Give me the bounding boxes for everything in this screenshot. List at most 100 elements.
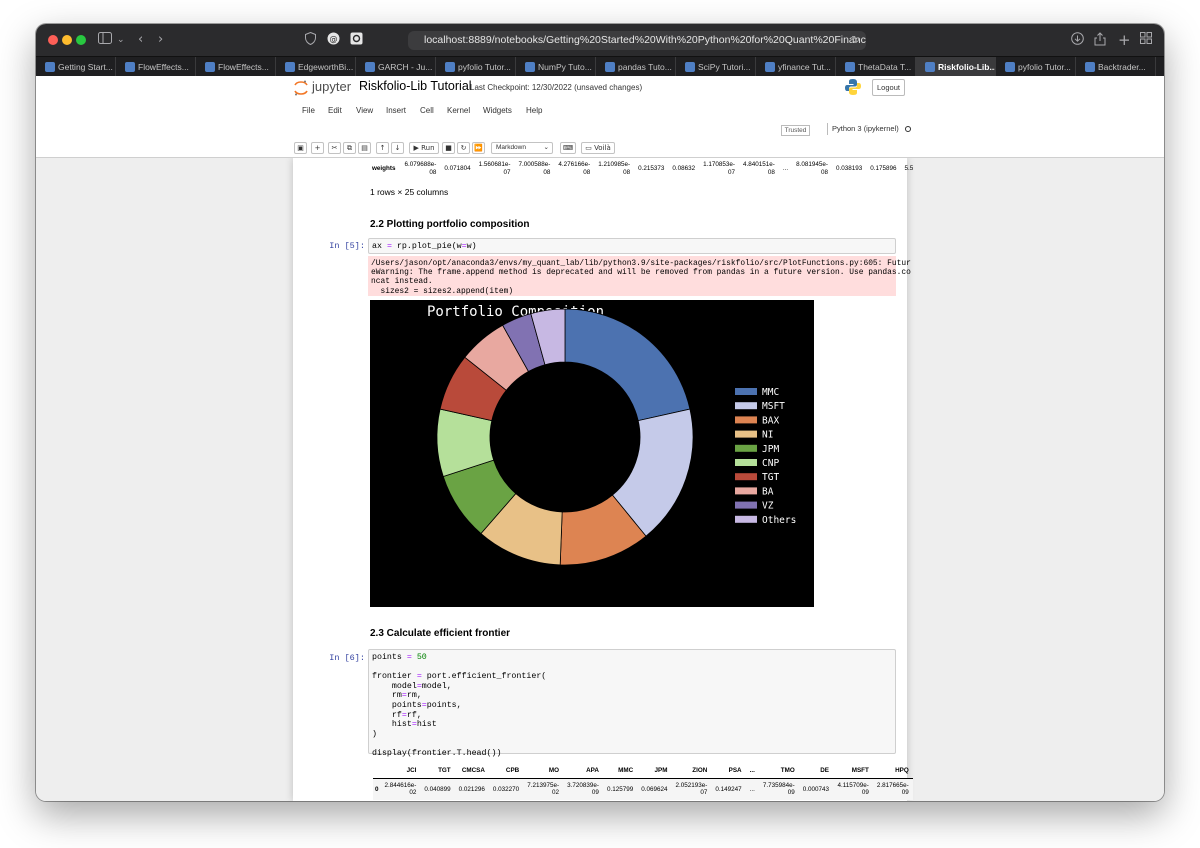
- zoom-window-button[interactable]: [76, 35, 86, 45]
- notebook-scroll-area[interactable]: weights 6.079688e- 08 0.071804 1.560681e- 07 7…: [36, 158, 1164, 801]
- trusted-badge[interactable]: Trusted: [781, 125, 810, 136]
- run-button[interactable]: ▶ Run: [409, 142, 439, 154]
- browser-tab[interactable]: Riskfolio-Lib...: [916, 57, 996, 77]
- code-line: model=model,: [372, 682, 892, 692]
- browser-tab[interactable]: Backtrader...: [1076, 57, 1156, 77]
- menu-help[interactable]: Help: [526, 102, 542, 120]
- cell-value: ...: [749, 785, 755, 793]
- browser-tab[interactable]: pyfolio Tutor...: [436, 57, 516, 77]
- column-header: CMCSA: [461, 767, 485, 774]
- reload-icon[interactable]: ↻: [851, 31, 860, 50]
- browser-tab[interactable]: GARCH - Ju...: [356, 57, 436, 77]
- menu-view[interactable]: View: [356, 102, 373, 120]
- menu-widgets[interactable]: Widgets: [483, 102, 512, 120]
- table-cell: 0.088006: [637, 800, 671, 801]
- table-cell: 0.013612: [799, 800, 833, 801]
- forward-icon[interactable]: ›: [158, 32, 163, 48]
- cell-value-cont: 07: [727, 168, 735, 176]
- minimize-window-button[interactable]: [62, 35, 72, 45]
- table-cell: 0.071804: [440, 161, 474, 176]
- voila-button[interactable]: ▭ Voilà: [581, 142, 615, 154]
- cell-value: 0.071804: [444, 164, 471, 172]
- save-icon[interactable]: ▣: [294, 142, 307, 154]
- browser-tab[interactable]: pyfolio Tutor...: [996, 57, 1076, 77]
- jupyter-logo-text[interactable]: jupyter: [312, 79, 351, 94]
- restart-icon[interactable]: ↻: [457, 142, 470, 154]
- cell-value-cont: 08: [767, 168, 775, 176]
- browser-tab[interactable]: EdgeworthBi...: [276, 57, 356, 77]
- code-token: display(frontier.T.head()): [372, 748, 502, 758]
- code-cell-input[interactable]: ax = rp.plot_pie(w=w): [368, 238, 896, 254]
- code-token: rf: [372, 710, 402, 720]
- cell-prompt: In [5]:: [329, 241, 365, 251]
- back-icon[interactable]: ‹: [138, 32, 143, 48]
- download-icon[interactable]: [1071, 32, 1084, 50]
- code-line: rf=rf,: [372, 711, 892, 721]
- table-header-row: JCI TGT CMCSA CPB MO APA MMC JPM ZION PSA... TMO DE…: [373, 764, 913, 778]
- cut-icon[interactable]: ✂: [328, 142, 341, 154]
- browser-tab[interactable]: ThetaData T...: [836, 57, 916, 77]
- cell-value: 0.040899: [424, 785, 451, 793]
- jupyter-favicon-icon: [125, 62, 135, 72]
- table-cell: 1.079279e-10: [563, 800, 603, 801]
- menu-kernel[interactable]: Kernel: [447, 102, 470, 120]
- menu-file[interactable]: File: [302, 102, 315, 120]
- close-window-button[interactable]: [48, 35, 58, 45]
- cell-value-cont: 08: [623, 168, 631, 176]
- table-cell: 2.052193e- 07: [671, 778, 711, 800]
- cell-value-cont: 07: [700, 789, 708, 797]
- code-token: model: [372, 681, 417, 691]
- copy-icon[interactable]: ⧉: [343, 142, 356, 154]
- address-bar[interactable]: localhost:8889/notebooks/Getting%20Start…: [408, 31, 866, 50]
- browser-tab[interactable]: SciPy Tutori...: [676, 57, 756, 77]
- code-token: rm: [372, 691, 402, 701]
- cell-value: 0.069624: [641, 785, 668, 793]
- cell-value-cont: 08: [543, 168, 551, 176]
- logout-button[interactable]: Logout: [872, 79, 905, 96]
- move-down-icon[interactable]: ↓: [391, 142, 404, 154]
- browser-tab[interactable]: pandas Tuto...: [596, 57, 676, 77]
- browser-tab[interactable]: FlowEffects...: [196, 57, 276, 77]
- cell-value: 0.000743: [802, 785, 829, 793]
- browser-tab[interactable]: Getting Start...: [36, 57, 116, 77]
- browser-tab[interactable]: FlowEffects...: [116, 57, 196, 77]
- legend-label: NI: [762, 430, 773, 441]
- restart-run-all-icon[interactable]: ⏩: [472, 142, 485, 154]
- chevron-down-icon[interactable]: ⌄: [117, 32, 125, 48]
- browser-tab[interactable]: yfinance Tut...: [756, 57, 836, 77]
- table-cell: 7.735984e- 09: [759, 778, 799, 800]
- cell-value: 4.115709e-: [837, 781, 869, 789]
- browser-tab[interactable]: NumPy Tuto...: [516, 57, 596, 77]
- jupyter-favicon-icon: [925, 62, 935, 72]
- tab-overview-icon[interactable]: [1140, 32, 1152, 49]
- notebook-title[interactable]: Riskfolio-Lib Tutorial: [359, 79, 472, 93]
- browser-tab-label: FlowEffects...: [138, 62, 189, 72]
- paste-icon[interactable]: ▤: [358, 142, 371, 154]
- browser-window: ⌄ ‹ › @ localhost:8889/notebooks/Getting…: [36, 24, 1164, 801]
- cell-value: 0.125799: [606, 785, 634, 793]
- kernel-indicator[interactable]: Python 3 (ipykernel): [827, 123, 911, 135]
- move-up-icon[interactable]: ↑: [376, 142, 389, 154]
- extension-icon[interactable]: @: [327, 32, 340, 50]
- menu-edit[interactable]: Edit: [328, 102, 342, 120]
- cell-type-select[interactable]: Markdown ⌄: [491, 142, 553, 154]
- keyboard-icon[interactable]: ⌨: [560, 142, 576, 154]
- share-icon[interactable]: [1094, 32, 1106, 51]
- shield-icon[interactable]: [305, 31, 316, 50]
- menu-insert[interactable]: Insert: [386, 102, 406, 120]
- menu-cell[interactable]: Cell: [420, 102, 434, 120]
- python-logo-icon: [845, 79, 861, 95]
- cell-prompt: In [6]:: [329, 653, 365, 663]
- stop-icon[interactable]: ■: [442, 142, 455, 154]
- table-cell: 0.175451: [603, 800, 637, 801]
- extension-square-icon[interactable]: [350, 32, 363, 50]
- table-cell: 1.210985e- 08: [594, 161, 634, 176]
- jupyter-header: jupyter Riskfolio-Lib Tutorial Last Chec…: [36, 76, 1164, 158]
- insert-cell-icon[interactable]: +: [311, 142, 324, 154]
- code-cell-input[interactable]: points = 50 frontier = port.efficient_fr…: [368, 649, 896, 758]
- sidebar-icon[interactable]: [98, 32, 112, 49]
- new-tab-icon[interactable]: +: [1118, 32, 1131, 48]
- table-cell: 0.000743: [799, 778, 833, 800]
- column-header: APA: [586, 767, 599, 774]
